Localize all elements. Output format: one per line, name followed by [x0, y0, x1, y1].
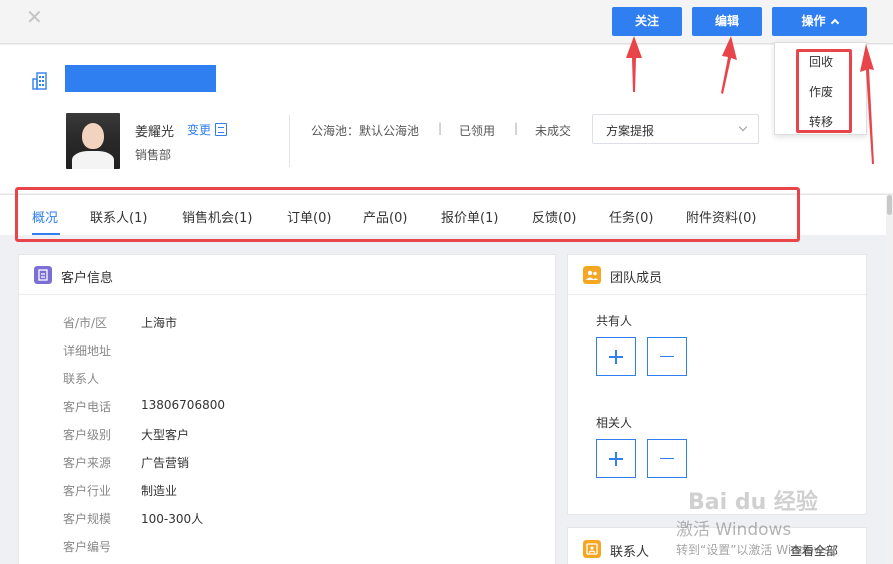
document-icon[interactable]	[215, 123, 227, 136]
building-icon	[32, 72, 47, 90]
operations-button[interactable]: 操作	[772, 7, 867, 36]
customer-info-card: 客户信息 省/市/区 上海市 详细地址 联系人 客户电话 13806706800…	[18, 254, 556, 564]
scrollbar-track[interactable]	[886, 195, 893, 564]
card-header: 团队成员	[568, 255, 866, 295]
field-label: 客户电话	[63, 400, 112, 414]
field-value: 13806706800	[141, 398, 225, 412]
owner-name: 姜耀光	[135, 125, 175, 140]
change-owner-link[interactable]: 变更	[187, 121, 211, 138]
field-value: 广告营销	[141, 456, 190, 470]
field-label: 客户来源	[63, 456, 112, 470]
stage-select[interactable]: 方案提报	[592, 114, 759, 144]
field-value: 100-300人	[141, 512, 204, 526]
customer-header: 姜耀光 变更 销售部 公海池：默认公海池 | 已领用 | 未成交 方案提报	[0, 45, 893, 193]
edit-button[interactable]: 编辑	[692, 7, 762, 36]
deal-status: 未成交	[535, 124, 572, 138]
co-owners-label: 共有人	[596, 314, 633, 328]
team-members-card: 团队成员 共有人 相关人	[567, 254, 867, 515]
team-icon	[583, 266, 601, 284]
follow-button[interactable]: 关注	[612, 7, 682, 36]
field-value: 大型客户	[141, 428, 190, 442]
claimed-status: 已领用	[459, 124, 496, 138]
separator: |	[438, 121, 443, 135]
divider	[289, 115, 290, 167]
field-label: 客户级别	[63, 428, 112, 442]
field-value: 制造业	[141, 484, 178, 498]
department: 销售部	[135, 148, 172, 162]
activate-windows-title: 激活 Windows	[676, 520, 792, 540]
remove-co-owner-button[interactable]	[647, 337, 687, 376]
operations-label: 操作	[801, 14, 826, 28]
annotation-arrow	[626, 36, 642, 92]
activate-windows-hint: 转到“设置”以激活 Windows。	[676, 543, 842, 557]
field-label: 省/市/区	[63, 316, 108, 330]
field-value: 上海市	[141, 316, 178, 330]
field-label: 详细地址	[63, 344, 112, 358]
card-title: 客户信息	[61, 271, 114, 286]
field-label: 联系人	[63, 372, 100, 386]
pool-info: 公海池：默认公海池	[311, 124, 420, 138]
caret-up-icon	[830, 18, 839, 28]
stage-select-value: 方案提报	[606, 124, 655, 138]
chevron-down-icon	[738, 122, 748, 132]
field-label: 客户规模	[63, 512, 112, 526]
annotation-arrow	[721, 36, 737, 94]
menu-highlight-box	[796, 49, 852, 133]
separator: |	[514, 121, 519, 135]
scrollbar-thumb[interactable]	[887, 195, 892, 215]
contact-card-icon	[583, 540, 601, 558]
close-icon[interactable]: ✕	[26, 7, 43, 27]
add-co-owner-button[interactable]	[596, 337, 636, 376]
field-label: 客户行业	[63, 484, 112, 498]
card-title: 联系人	[610, 545, 650, 560]
tabs-highlight-box	[15, 187, 800, 242]
avatar	[66, 113, 120, 169]
card-header: 客户信息	[19, 255, 555, 295]
annotation-arrow	[860, 44, 874, 164]
field-label: 客户编号	[63, 540, 112, 554]
related-people-label: 相关人	[596, 416, 633, 430]
card-title: 团队成员	[610, 271, 663, 286]
clipboard-icon	[34, 266, 52, 284]
customer-name-redacted	[65, 65, 216, 92]
add-related-button[interactable]	[596, 439, 636, 478]
remove-related-button[interactable]	[647, 439, 687, 478]
baidu-watermark: Bai du 经验	[688, 490, 818, 515]
